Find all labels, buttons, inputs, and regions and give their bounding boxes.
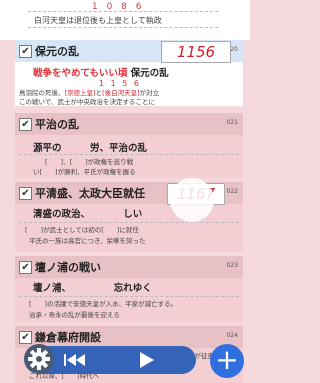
- checkbox-icon[interactable]: ✔: [19, 331, 32, 344]
- divider: [19, 154, 239, 155]
- card-note: [ ]、[ ]が政権を巡り戦: [45, 158, 134, 166]
- mnemonic-line: 源平の 労、平治の乱: [33, 143, 148, 154]
- note-tag: [後白河天皇]: [102, 89, 140, 97]
- card-title: 平清盛、太政大臣就任: [35, 187, 145, 200]
- checkbox-icon[interactable]: ✔: [19, 187, 32, 200]
- card-note: この戦いで、武士が中央政治を決定することに: [19, 98, 156, 106]
- card-heiji[interactable]: ✔ 平治の乱 021 源平の 労、平治の乱 [ ]、[ ]が政権を巡り戦 い[ …: [15, 113, 243, 178]
- card-note: [ ]の活躍で安徳天皇が入水、平家が滅亡する。: [29, 300, 178, 308]
- card-title: 鎌倉幕府開設: [35, 331, 101, 344]
- note-tag: [崇徳上皇]: [64, 89, 96, 97]
- card-note: い[ ]が勝利、平氏が政権を握る: [33, 168, 136, 176]
- card-number: 023: [226, 262, 238, 269]
- rewind-icon: [64, 354, 85, 366]
- divider: [19, 296, 239, 297]
- year-digits: 1 0 8 6: [92, 2, 145, 12]
- checkbox-icon[interactable]: ✔: [19, 118, 32, 131]
- settings-button[interactable]: [24, 344, 54, 374]
- divider: [28, 27, 218, 28]
- mnemonic-line: 壇ノ浦、 忘れゆく: [33, 283, 152, 294]
- divider: [19, 222, 239, 223]
- add-card-button[interactable]: +: [210, 344, 244, 378]
- checkbox-icon[interactable]: ✔: [19, 261, 32, 274]
- card-note: 平氏の一族は高官につき、栄華を誇った: [29, 237, 146, 245]
- checkbox-icon[interactable]: ✔: [19, 45, 32, 58]
- card-title: 平治の乱: [35, 118, 79, 131]
- mnemonic-highlight: 戦争をやめてもいい頃: [33, 68, 128, 79]
- card-number: 021: [226, 119, 238, 126]
- card-number: 022: [226, 188, 238, 195]
- card-hogen[interactable]: ✔ 保元の乱 020 1156 戦争をやめてもいい頃 保元の乱 1 1 5 6 …: [15, 40, 243, 106]
- note-text: が対立: [139, 89, 160, 97]
- card-title-row: ✔ 平治の乱 021: [15, 113, 243, 135]
- previous-card-tail: 1 0 8 6 白河天皇は退位後も上皇として執政: [0, 0, 250, 40]
- play-icon: [140, 352, 154, 368]
- gear-icon: [28, 348, 50, 370]
- card-note: [ ]が武士としては初の[ ]に就任: [25, 226, 139, 234]
- card-note: 鳥羽院の死後、[崇徳上皇]と[後白河天皇]が対立: [19, 89, 159, 98]
- tap-highlight: [170, 178, 214, 222]
- year-box[interactable]: 1156: [161, 41, 231, 63]
- mnemonic-rest: 保元の乱: [127, 68, 169, 79]
- card-title: 壇ノ浦の戦い: [35, 261, 101, 274]
- card-number: 024: [226, 332, 238, 339]
- card-dannoura[interactable]: ✔ 壇ノ浦の戦い 023 壇ノ浦、 忘れゆく [ ]の活躍で安徳天皇が入水、平家…: [15, 256, 243, 322]
- rewind-button[interactable]: [60, 348, 88, 372]
- mnemonic-line: 戦争をやめてもいい頃 保元の乱: [33, 65, 169, 79]
- card-title: 保元の乱: [35, 45, 79, 58]
- play-button[interactable]: [136, 350, 156, 370]
- card-note: 白河天皇は退位後も上皇として執政: [34, 16, 162, 25]
- mnemonic-year: 1 1 5 6: [99, 79, 141, 88]
- note-text: 鳥羽院の死後、: [19, 89, 65, 97]
- card-title-row: ✔ 壇ノ浦の戦い 023: [15, 256, 243, 278]
- card-note: 治承・寿永の乱が最後を迎える: [29, 311, 120, 319]
- mnemonic-line: 清盛の政治、 しい: [33, 209, 143, 220]
